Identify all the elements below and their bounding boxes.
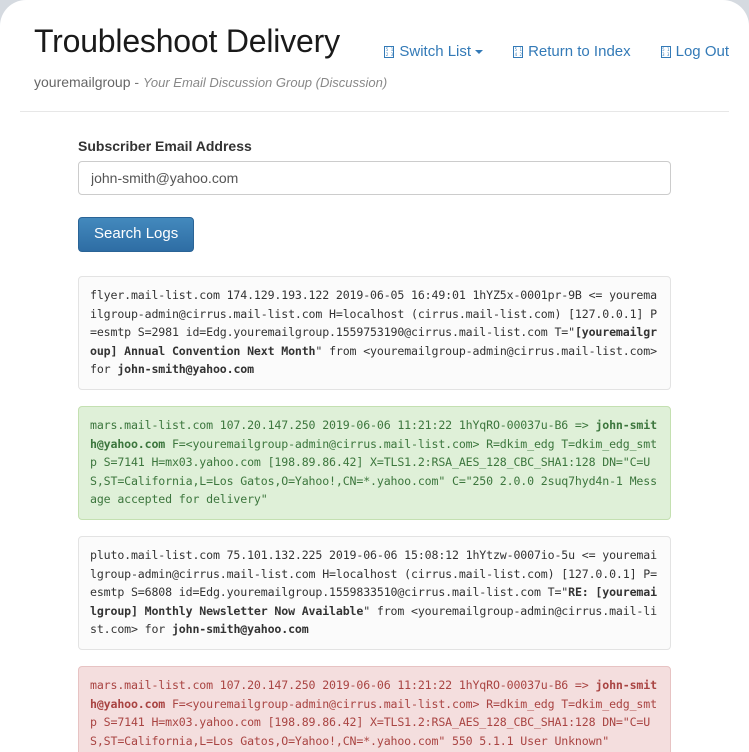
chevron-down-icon: [475, 50, 484, 54]
nav-link-log-out[interactable]: 5 1 3 3 Log Out: [660, 43, 729, 61]
log-entry: mars.mail-list.com 107.20.147.250 2019-0…: [78, 665, 671, 752]
page-title: Troubleshoot Delivery: [34, 23, 340, 59]
header-nav: 5 1 2 3 Switch List 5 1 4 2 Return to Index 5 1 3 3 Lo…: [384, 43, 729, 61]
log-results-list: flyer.mail-list.com 174.129.193.122 2019…: [0, 276, 749, 752]
tofu-box-icon: 5133: [660, 46, 671, 58]
email-field-label: Subscriber Email Address: [78, 138, 252, 154]
list-description: Your Email Discussion Group (Discussion): [142, 75, 388, 90]
page-panel: Troubleshoot Delivery 5 1 2 3 Switch List 5 1 4…: [0, 0, 749, 752]
log-text: F=<youremailgroup-admin@cirrus.mail-list…: [90, 696, 657, 748]
search-logs-button[interactable]: Search Logs: [78, 217, 195, 252]
log-text: mars.mail-list.com 107.20.147.250 2019-0…: [90, 417, 596, 432]
nav-link-switch-list[interactable]: 5 1 2 3 Switch List: [384, 43, 484, 61]
log-text: flyer.mail-list.com 174.129.193.122 2019…: [90, 288, 657, 340]
list-separator: -: [130, 74, 143, 90]
list-identity: youremailgroup - Your Email Discussion G…: [0, 72, 749, 93]
tofu-box-icon: 5142: [513, 46, 524, 58]
nav-link-return-to-index[interactable]: 5 1 4 2 Return to Index: [513, 43, 631, 61]
log-entry: pluto.mail-list.com 75.101.132.225 2019-…: [78, 535, 671, 650]
nav-link-label: Return to Index: [528, 43, 631, 60]
list-name: youremailgroup: [34, 74, 131, 90]
nav-link-label: Log Out: [675, 43, 729, 60]
log-entry: flyer.mail-list.com 174.129.193.122 2019…: [78, 276, 671, 390]
log-text: mars.mail-list.com 107.20.147.250 2019-0…: [90, 677, 596, 692]
tofu-box-icon: 5123: [384, 46, 395, 58]
log-highlight: john-smith@yahoo.com: [117, 362, 254, 377]
log-text: F=<youremailgroup-admin@cirrus.mail-list…: [90, 436, 657, 507]
log-entry: mars.mail-list.com 107.20.147.250 2019-0…: [78, 405, 671, 520]
log-highlight: john-smith@yahoo.com: [171, 622, 309, 637]
search-form: Subscriber Email Address Search Logs: [0, 112, 749, 252]
nav-link-label: Switch List: [399, 43, 472, 60]
page-header: Troubleshoot Delivery 5 1 2 3 Switch List 5 1 4…: [0, 0, 749, 74]
subscriber-email-input[interactable]: [78, 161, 671, 195]
